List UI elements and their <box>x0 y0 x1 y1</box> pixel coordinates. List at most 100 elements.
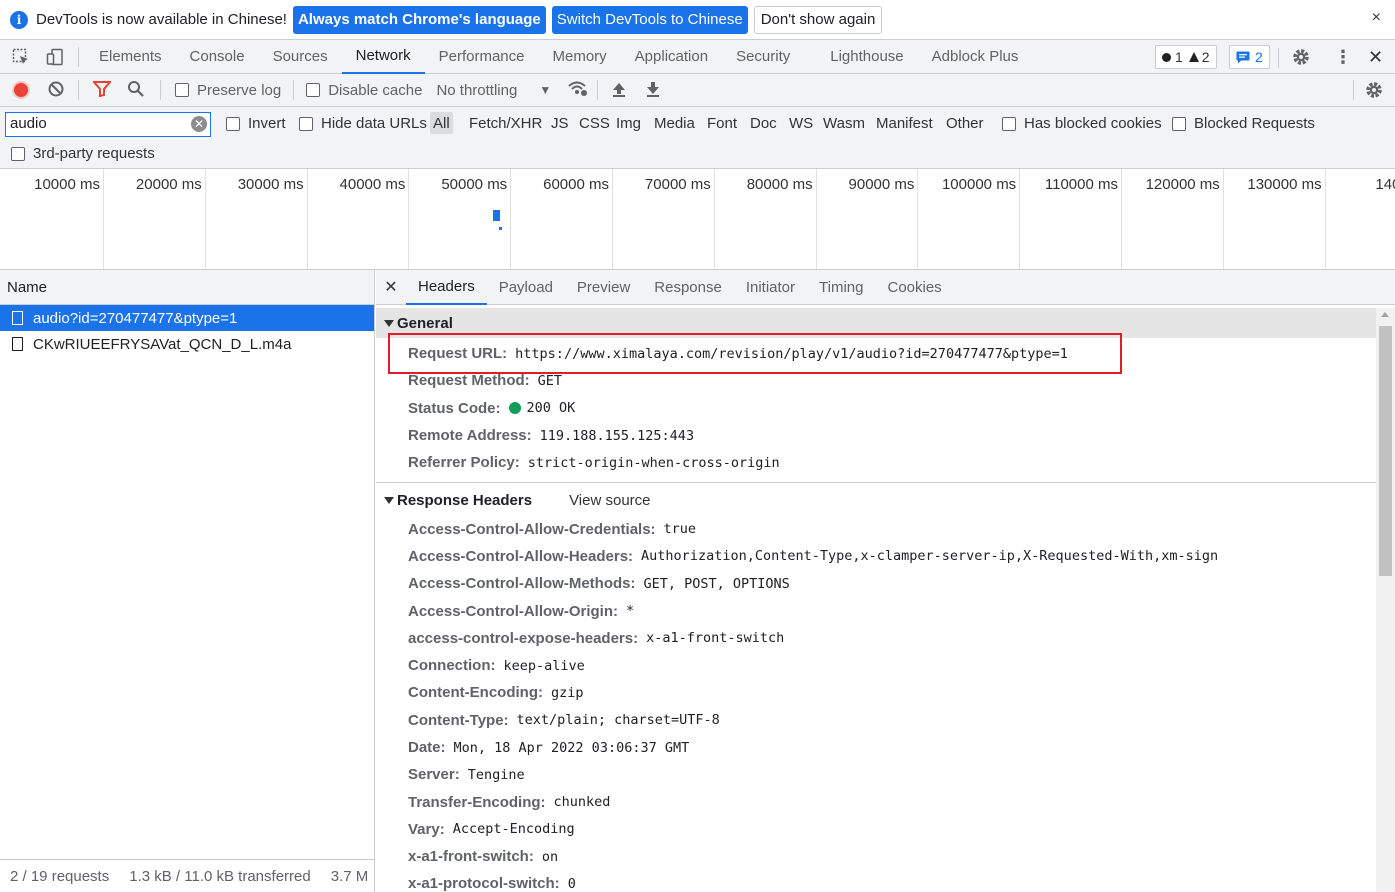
issues-counter[interactable]: 1 2 <box>1155 45 1217 69</box>
response-headers-section-header[interactable]: Response Headers View source <box>376 485 1395 515</box>
filter-type-ws[interactable]: WS <box>786 112 816 134</box>
general-section-header[interactable]: General <box>376 308 1395 338</box>
details-tab-response[interactable]: Response <box>642 270 734 305</box>
header-name: Access-Control-Allow-Origin: <box>408 602 619 620</box>
details-tab-headers[interactable]: Headers <box>406 270 487 305</box>
header-value[interactable]: * <box>626 603 634 619</box>
scrollbar[interactable] <box>1376 308 1395 892</box>
hide-data-urls-checkbox[interactable]: Hide data URLs <box>299 115 427 132</box>
tab-adblock-plus[interactable]: Adblock Plus <box>918 40 1033 74</box>
close-details-icon[interactable]: ✕ <box>376 277 406 297</box>
messages-badge[interactable]: 2 <box>1229 45 1270 69</box>
header-value[interactable]: 0 <box>568 876 576 892</box>
name-column-header[interactable]: Name <box>0 270 374 305</box>
header-value[interactable]: x-a1-front-switch <box>646 630 784 646</box>
header-value[interactable]: text/plain; charset=UTF-8 <box>517 712 720 728</box>
header-value[interactable]: true <box>664 521 697 537</box>
preserve-log-checkbox[interactable]: Preserve log <box>175 82 281 99</box>
filter-type-css[interactable]: CSS <box>576 112 613 134</box>
header-value[interactable]: keep-alive <box>504 658 585 674</box>
header-name: Server: <box>408 766 460 784</box>
tab-application[interactable]: Application <box>621 40 722 74</box>
filter-type-font[interactable]: Font <box>704 112 740 134</box>
clear-icon[interactable] <box>48 81 64 100</box>
always-match-language-button[interactable]: Always match Chrome's language <box>292 5 546 34</box>
tab-network[interactable]: Network <box>341 40 425 74</box>
scroll-thumb[interactable] <box>1379 326 1392 576</box>
close-devtools-icon[interactable]: ✕ <box>1368 47 1383 68</box>
device-toolbar-icon[interactable] <box>38 40 72 74</box>
invert-checkbox[interactable]: Invert <box>226 115 286 132</box>
network-overview-timeline[interactable]: 10000 ms 20000 ms 30000 ms 40000 ms 50000 ms… <box>0 169 1395 270</box>
blocked-requests-checkbox[interactable]: Blocked Requests <box>1172 115 1315 132</box>
scroll-up-arrow-icon[interactable] <box>1381 312 1389 317</box>
checkbox-box[interactable] <box>1002 116 1016 131</box>
header-value[interactable]: chunked <box>554 794 611 810</box>
header-value[interactable]: 200 OK <box>527 400 576 416</box>
checkbox-box[interactable] <box>306 83 321 97</box>
tab-memory[interactable]: Memory <box>539 40 621 74</box>
header-value[interactable]: gzip <box>551 685 584 701</box>
filter-type-fetchxhr[interactable]: Fetch/XHR <box>466 112 545 134</box>
import-har-icon[interactable] <box>612 81 626 100</box>
third-party-checkbox[interactable]: 3rd-party requests <box>11 145 155 162</box>
tab-security[interactable]: Security <box>722 40 804 74</box>
header-value[interactable]: Accept-Encoding <box>453 821 575 837</box>
inspect-element-icon[interactable] <box>4 40 38 74</box>
header-value[interactable]: Mon, 18 Apr 2022 03:06:37 GMT <box>454 740 690 756</box>
tab-lighthouse[interactable]: Lighthouse <box>816 40 917 74</box>
search-icon[interactable] <box>127 80 144 100</box>
has-blocked-cookies-checkbox[interactable]: Has blocked cookies <box>1002 115 1162 132</box>
filter-type-media[interactable]: Media <box>651 112 698 134</box>
network-conditions-icon[interactable] <box>567 80 589 101</box>
header-value[interactable]: GET <box>538 373 562 389</box>
filter-type-js[interactable]: JS <box>548 112 572 134</box>
tab-sources[interactable]: Sources <box>259 40 342 74</box>
details-tab-initiator[interactable]: Initiator <box>734 270 807 305</box>
record-icon[interactable] <box>12 81 30 99</box>
header-value[interactable]: strict-origin-when-cross-origin <box>528 455 780 471</box>
filter-type-all[interactable]: All <box>430 112 453 134</box>
checkbox-box[interactable] <box>11 146 25 161</box>
filter-type-other[interactable]: Other <box>943 112 987 134</box>
switch-to-chinese-button[interactable]: Switch DevTools to Chinese <box>551 5 748 34</box>
checkbox-box[interactable] <box>1172 116 1186 131</box>
details-tab-cookies[interactable]: Cookies <box>875 270 953 305</box>
details-tab-timing[interactable]: Timing <box>807 270 875 305</box>
header-value[interactable]: Tengine <box>468 767 525 783</box>
header-value[interactable]: Authorization,Content-Type,x-clamper-ser… <box>641 548 1218 564</box>
checkbox-box[interactable] <box>175 83 189 97</box>
view-source-link[interactable]: View source <box>569 492 650 509</box>
request-row[interactable]: audio?id=270477477&ptype=1 <box>0 305 374 331</box>
more-options-icon[interactable]: ⋮ <box>1334 48 1352 66</box>
filter-type-wasm[interactable]: Wasm <box>820 112 868 134</box>
checkbox-box[interactable] <box>226 116 240 131</box>
details-tab-preview[interactable]: Preview <box>565 270 642 305</box>
filter-icon[interactable] <box>91 80 113 100</box>
dont-show-again-button[interactable]: Don't show again <box>753 5 883 34</box>
header-value[interactable]: https://www.ximalaya.com/revision/play/v… <box>515 346 1068 362</box>
header-value[interactable]: on <box>542 849 558 865</box>
export-har-icon[interactable] <box>646 81 660 100</box>
filter-type-manifest[interactable]: Manifest <box>873 112 936 134</box>
tab-console[interactable]: Console <box>176 40 259 74</box>
clear-filter-icon[interactable]: ✕ <box>191 116 207 132</box>
settings-gear-icon[interactable] <box>1291 47 1311 70</box>
checkbox-box[interactable] <box>299 116 313 131</box>
network-settings-gear-icon[interactable] <box>1364 80 1384 103</box>
tab-performance[interactable]: Performance <box>425 40 539 74</box>
close-icon[interactable]: × <box>1372 9 1381 27</box>
disable-cache-checkbox[interactable]: Disable cache <box>306 82 422 99</box>
hide-data-urls-label: Hide data URLs <box>321 115 427 132</box>
header-value[interactable]: GET, POST, OPTIONS <box>644 576 790 592</box>
filter-type-img[interactable]: Img <box>613 112 644 134</box>
warning-icon <box>1188 52 1199 62</box>
details-tab-payload[interactable]: Payload <box>487 270 565 305</box>
filter-input[interactable]: audio ✕ <box>5 112 211 137</box>
throttling-select[interactable]: No throttling ▼ <box>436 82 551 99</box>
request-row[interactable]: CKwRIUEEFRYSAVat_QCN_D_L.m4a <box>0 331 374 357</box>
header-value[interactable]: 119.188.155.125:443 <box>540 428 694 444</box>
tab-elements[interactable]: Elements <box>85 40 176 74</box>
filter-type-doc[interactable]: Doc <box>747 112 780 134</box>
header-name: Status Code: <box>408 399 501 417</box>
